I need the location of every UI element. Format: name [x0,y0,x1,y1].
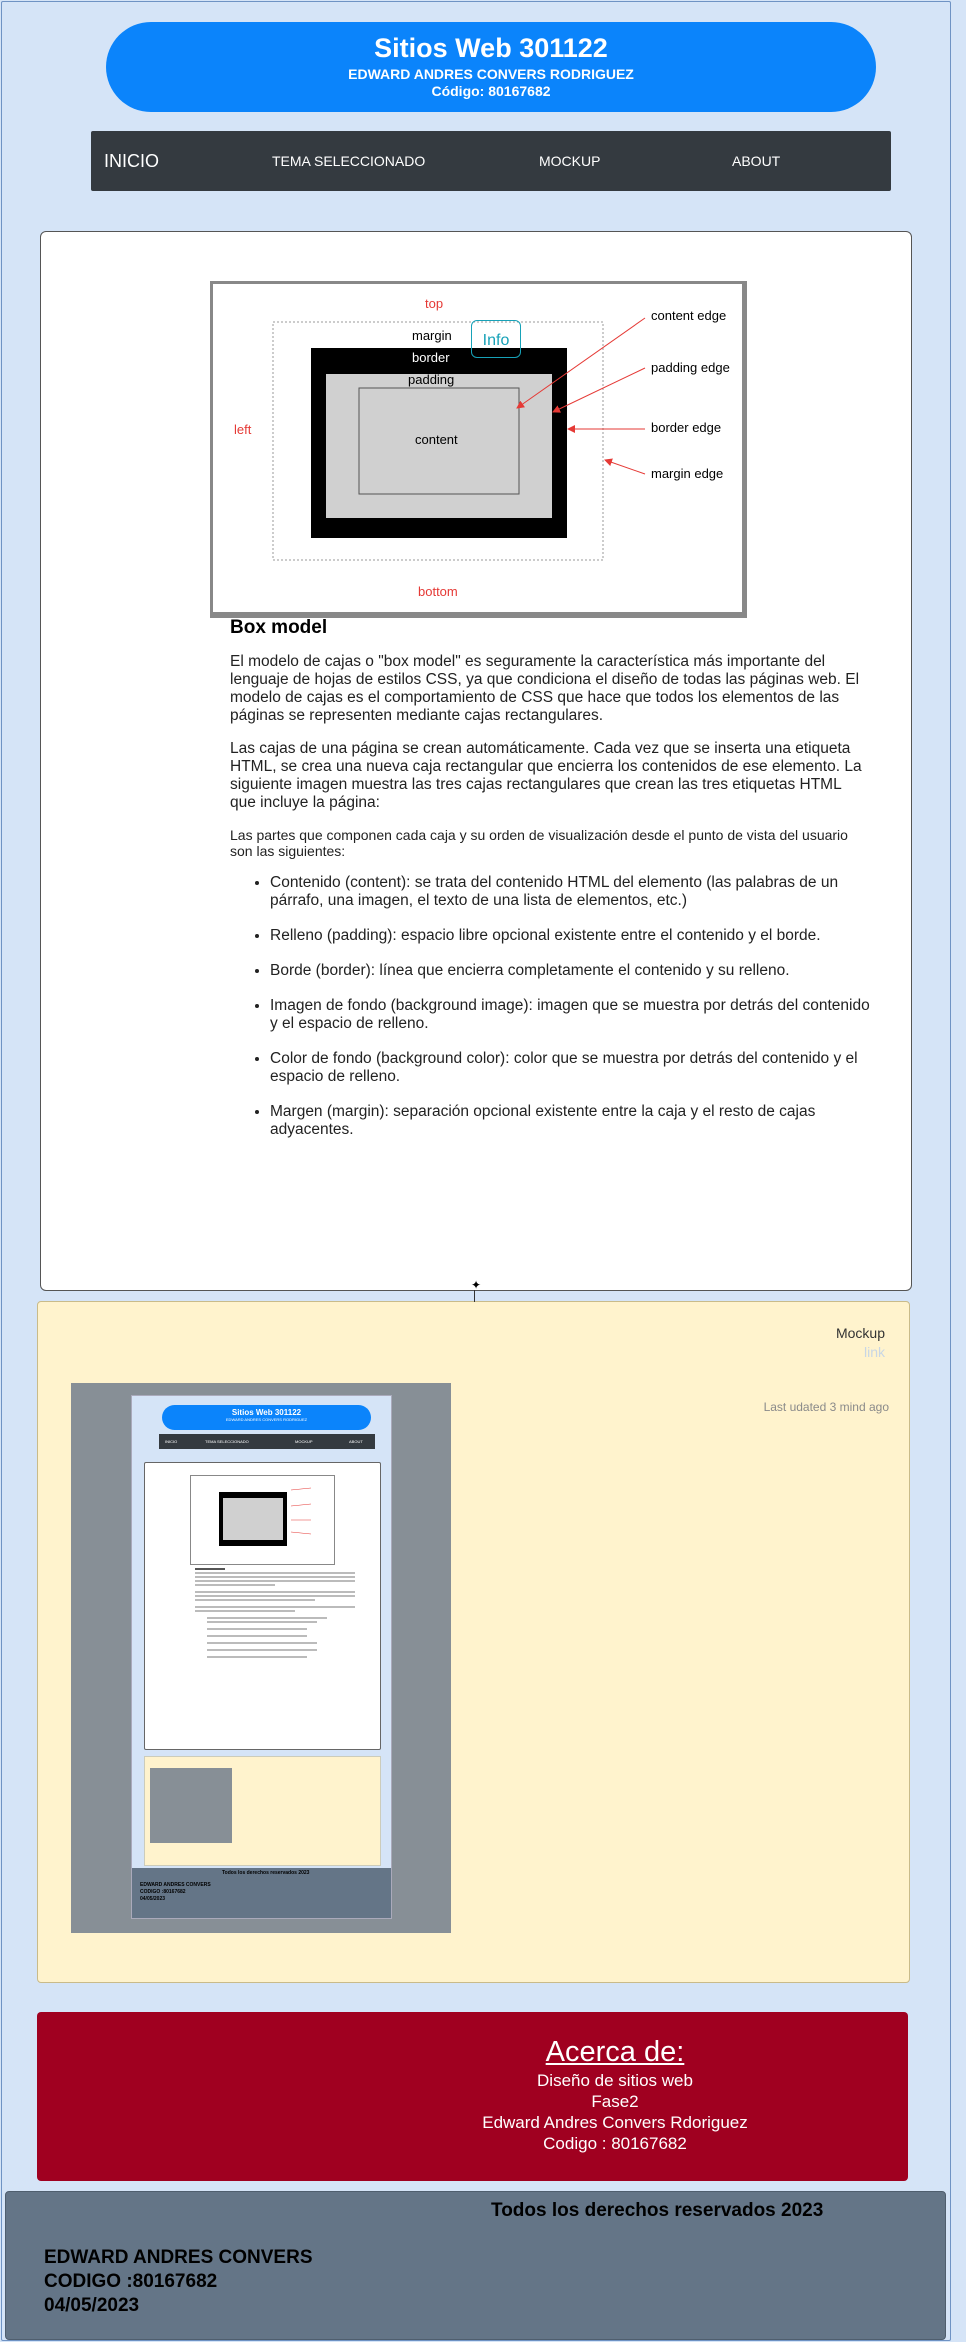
author-name: EDWARD ANDRES CONVERS RODRIGUEZ [348,65,634,82]
mockup-title: Mockup [835,1325,885,1341]
label-top: top [425,296,443,311]
footer-info: EDWARD ANDRES CONVERS CODIGO :80167682 0… [44,2246,313,2318]
list-item: Contenido (content): se trata del conten… [270,874,870,910]
thumb-text-lines [195,1568,355,1660]
mockup-card: Mockup link Last udated 3 mind ago Sitio… [37,1290,910,1983]
label-content: content [415,432,458,447]
label-margin-edge: margin edge [651,466,723,481]
list-item: Borde (border): línea que encierra compl… [270,962,870,980]
nav-mockup[interactable]: MOCKUP [539,131,600,191]
about-title: Acerca de: [545,2036,685,2068]
article-paragraph-3: Las partes que componen cada caja y su o… [230,827,848,859]
label-margin: margin [412,328,452,343]
label-left: left [234,422,252,437]
thumb-figure [190,1475,335,1565]
article-paragraph-2: Las cajas de una página se crean automát… [230,740,862,811]
label-bottom: bottom [418,584,458,599]
label-padding: padding [408,372,454,387]
thumb-nav-tema: TEMA SELECCIONADO [205,1439,249,1444]
mockup-updated: Last udated 3 mind ago [763,1400,889,1414]
thumb-title: Sitios Web 301122 [231,1408,302,1417]
article-heading: Box model [230,617,328,638]
list-item: Margen (margin): separación opcional exi… [270,1103,870,1139]
footer: Todos los derechos reservados 2023 EDWAR… [5,2191,946,2340]
thumb-footer-date: 04/05/2023 [140,1896,166,1902]
nav-inicio[interactable]: INICIO [104,131,159,191]
thumb-nav-inicio: INICIO [165,1439,178,1444]
thumb-header: Sitios Web 301122 EDWARD ANDRES CONVERS … [162,1405,371,1430]
label-content-edge: content edge [651,308,726,323]
label-border-edge: border edge [651,420,721,435]
label-border: border [412,350,450,365]
thumb-footer-name: EDWARD ANDRES CONVERS [140,1882,211,1888]
info-button[interactable]: Info [471,320,521,358]
footer-date: 04/05/2023 [44,2295,140,2316]
box-model-figure: top bottom left margin border padding co… [210,281,747,618]
mockup-link[interactable]: link [864,1344,885,1360]
content-card: top bottom left margin border padding co… [40,231,912,1292]
about-content: Acerca de: Diseño de sitios web Fase2 Ed… [325,2036,905,2154]
parts-list: Contenido (content): se trata del conten… [230,874,870,1139]
footer-rights: Todos los derechos reservados 2023 [491,2200,824,2221]
article: Box model El modelo de cajas o "box mode… [230,617,870,1156]
site-title: Sitios Web 301122 [374,33,608,63]
list-item: Color de fondo (background color): color… [270,1050,870,1086]
thumb-footer-rights: Todos los derechos reservados 2023 [222,1870,310,1876]
about-banner: Acerca de: Diseño de sitios web Fase2 Ed… [37,2012,908,2181]
about-line-2: Fase2 [591,2092,639,2111]
nav-about[interactable]: ABOUT [732,131,780,191]
list-item: Relleno (padding): espacio libre opciona… [270,927,870,945]
navbar: INICIO TEMA SELECCIONADO MOCKUP ABOUT [91,131,891,191]
mockup-thumbnail: Sitios Web 301122 EDWARD ANDRES CONVERS … [131,1395,392,1919]
site-header: Sitios Web 301122 EDWARD ANDRES CONVERS … [106,22,876,112]
thumb-mockup [144,1756,381,1866]
thumb-nav-mockup: MOCKUP [295,1439,313,1444]
arrow-margin-edge [604,458,646,475]
label-padding-edge: padding edge [651,360,730,375]
author-code: Código: 80167682 [431,82,551,99]
about-line-4: Codigo : 80167682 [543,2134,687,2153]
thumb-footer: Todos los derechos reservados 2023 EDWAR… [132,1868,391,1918]
thumb-nav-about: ABOUT [349,1439,363,1444]
footer-code: CODIGO :80167682 [44,2271,218,2292]
thumb-nav: INICIO TEMA SELECCIONADO MOCKUP ABOUT [159,1434,375,1449]
footer-name: EDWARD ANDRES CONVERS [44,2247,313,2268]
thumb-author: EDWARD ANDRES CONVERS RODRIGUEZ [225,1417,308,1422]
cursor-icon: ✦ [471,1278,482,1292]
list-item: Imagen de fondo (background image): imag… [270,997,870,1033]
thumb-footer-code: CODIGO :80167682 [140,1889,186,1895]
thumb-mockup-image [150,1768,232,1843]
about-line-1: Diseño de sitios web [537,2071,693,2090]
about-line-3: Edward Andres Convers Rdoriguez [482,2113,748,2132]
nav-tema-seleccionado[interactable]: TEMA SELECCIONADO [272,131,425,191]
connector-line [474,1290,475,1302]
thumb-content-card [144,1462,381,1750]
mockup-image: Sitios Web 301122 EDWARD ANDRES CONVERS … [71,1383,451,1933]
article-paragraph-1: El modelo de cajas o "box model" es segu… [230,653,860,724]
